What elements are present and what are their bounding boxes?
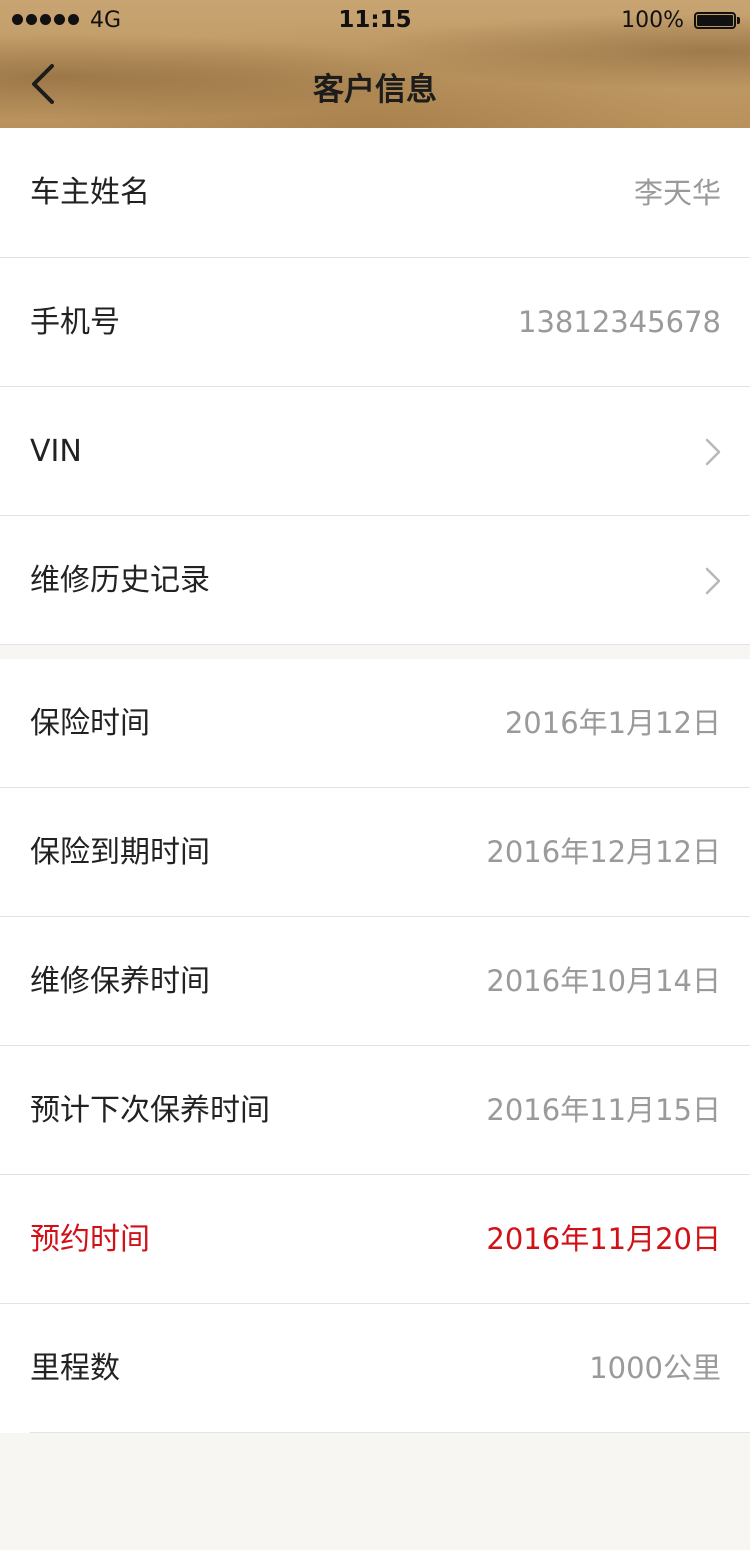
row-value: 2016年12月12日: [486, 835, 721, 869]
row-value: 2016年10月14日: [486, 964, 721, 998]
row-label: VIN: [30, 434, 82, 469]
row-insurance-expiry: 保险到期时间 2016年12月12日: [0, 788, 750, 917]
row-value: 2016年1月12日: [504, 706, 721, 740]
row-label: 手机号: [30, 305, 120, 340]
row-repair-history[interactable]: 维修历史记录: [0, 516, 750, 645]
row-label: 维修历史记录: [30, 563, 210, 598]
row-label: 预约时间: [30, 1222, 150, 1257]
row-label: 保险到期时间: [30, 835, 210, 870]
row-label: 维修保养时间: [30, 964, 210, 999]
row-label: 车主姓名: [30, 175, 150, 210]
divider: [30, 1432, 750, 1433]
row-vin[interactable]: VIN: [0, 387, 750, 516]
battery-icon: [694, 12, 740, 29]
battery-percent: 100%: [621, 8, 684, 33]
row-value: 2016年11月15日: [486, 1093, 721, 1127]
row-label: 预计下次保养时间: [30, 1093, 270, 1128]
row-appointment-time: 预约时间 2016年11月20日: [0, 1175, 750, 1304]
row-value: 13812345678: [518, 305, 721, 339]
row-value: 李天华: [633, 176, 721, 210]
divider: [0, 644, 750, 645]
row-label: 保险时间: [30, 706, 150, 741]
basic-info-group: 车主姓名 李天华 手机号 13812345678 VIN 维修历史记录: [0, 128, 750, 645]
page-title: 客户信息: [313, 72, 437, 108]
row-next-maintenance: 预计下次保养时间 2016年11月15日: [0, 1046, 750, 1175]
row-mileage: 里程数 1000公里: [0, 1304, 750, 1433]
row-phone: 手机号 13812345678: [0, 258, 750, 387]
row-maintenance-time: 维修保养时间 2016年10月14日: [0, 917, 750, 1046]
status-bar: 4G 11:15 100%: [0, 0, 750, 40]
row-owner-name: 车主姓名 李天华: [0, 128, 750, 258]
row-label: 里程数: [30, 1351, 120, 1386]
row-insurance-time: 保险时间 2016年1月12日: [0, 659, 750, 788]
header: 4G 11:15 100% 客户信息: [0, 0, 750, 128]
row-value: 1000公里: [589, 1351, 721, 1385]
chevron-right-icon: [705, 567, 721, 595]
service-info-group: 保险时间 2016年1月12日 保险到期时间 2016年12月12日 维修保养时…: [0, 659, 750, 1433]
chevron-right-icon: [705, 438, 721, 466]
row-value: 2016年11月20日: [486, 1222, 721, 1256]
